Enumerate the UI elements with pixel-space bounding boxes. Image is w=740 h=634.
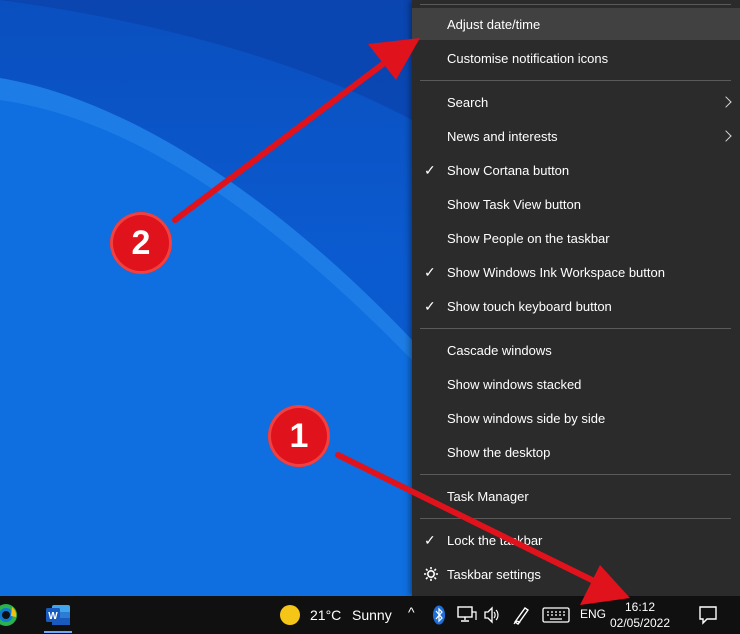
checkmark-icon: ✓ — [424, 161, 436, 178]
weather-temperature[interactable]: 21°C — [310, 607, 341, 623]
menu-separator — [420, 474, 731, 475]
menu-item-show-people[interactable]: Show People on the taskbar — [412, 222, 740, 254]
taskbar-context-menu: Adjust date/time Customise notification … — [412, 0, 740, 596]
menu-item-show-the-desktop[interactable]: Show the desktop — [412, 436, 740, 468]
menu-item-show-windows-stacked[interactable]: Show windows stacked — [412, 368, 740, 400]
menu-item-search[interactable]: Search — [412, 86, 740, 118]
menu-separator — [420, 518, 731, 519]
menu-item-show-touch-keyboard[interactable]: ✓ Show touch keyboard button — [412, 290, 740, 322]
menu-item-show-cortana-button[interactable]: ✓ Show Cortana button — [412, 154, 740, 186]
windows-ink-pen-icon[interactable] — [512, 605, 530, 625]
menu-separator — [420, 328, 731, 329]
notification-center-icon[interactable] — [698, 605, 718, 625]
bluetooth-icon[interactable] — [433, 605, 445, 625]
chevron-right-icon — [720, 96, 732, 108]
language-indicator[interactable]: ENG — [580, 607, 606, 621]
checkmark-icon: ✓ — [424, 531, 436, 548]
clock-date: 02/05/2022 — [609, 616, 671, 630]
clock-time: 16:12 — [624, 600, 656, 614]
menu-separator — [420, 80, 731, 81]
active-app-indicator — [44, 631, 72, 633]
sun-icon — [280, 605, 300, 625]
menu-item-news-and-interests[interactable]: News and interests — [412, 120, 740, 152]
menu-top-separator — [420, 4, 731, 5]
menu-item-show-task-view-button[interactable]: Show Task View button — [412, 188, 740, 220]
taskbar-clock[interactable]: 16:12 02/05/2022 — [606, 599, 674, 631]
menu-item-customise-notification-icons[interactable]: Customise notification icons — [412, 42, 740, 74]
annotation-badge-1: 1 — [268, 405, 330, 467]
menu-item-show-windows-side-by-side[interactable]: Show windows side by side — [412, 402, 740, 434]
taskbar: W 21°C Sunny ^ ENG 16:12 02/05/2022 — [0, 596, 740, 634]
annotation-badge-2: 2 — [110, 212, 172, 274]
checkmark-icon: ✓ — [424, 263, 436, 280]
svg-text:W: W — [48, 611, 58, 622]
network-icon[interactable] — [457, 606, 477, 624]
touch-keyboard-icon[interactable] — [542, 607, 570, 623]
menu-item-adjust-date-time[interactable]: Adjust date/time — [412, 8, 740, 40]
gear-icon — [424, 567, 438, 581]
menu-item-taskbar-settings[interactable]: Taskbar settings — [412, 558, 740, 590]
checkmark-icon: ✓ — [424, 297, 436, 314]
word-app-icon[interactable]: W — [45, 603, 71, 627]
menu-item-cascade-windows[interactable]: Cascade windows — [412, 334, 740, 366]
chevron-up-icon[interactable]: ^ — [408, 604, 415, 620]
menu-item-lock-the-taskbar[interactable]: ✓ Lock the taskbar — [412, 524, 740, 556]
menu-item-task-manager[interactable]: Task Manager — [412, 480, 740, 512]
volume-icon[interactable] — [483, 606, 501, 624]
app-icon[interactable] — [0, 603, 22, 627]
weather-condition[interactable]: Sunny — [352, 607, 392, 623]
menu-item-show-windows-ink[interactable]: ✓ Show Windows Ink Workspace button — [412, 256, 740, 288]
chevron-right-icon — [720, 130, 732, 142]
